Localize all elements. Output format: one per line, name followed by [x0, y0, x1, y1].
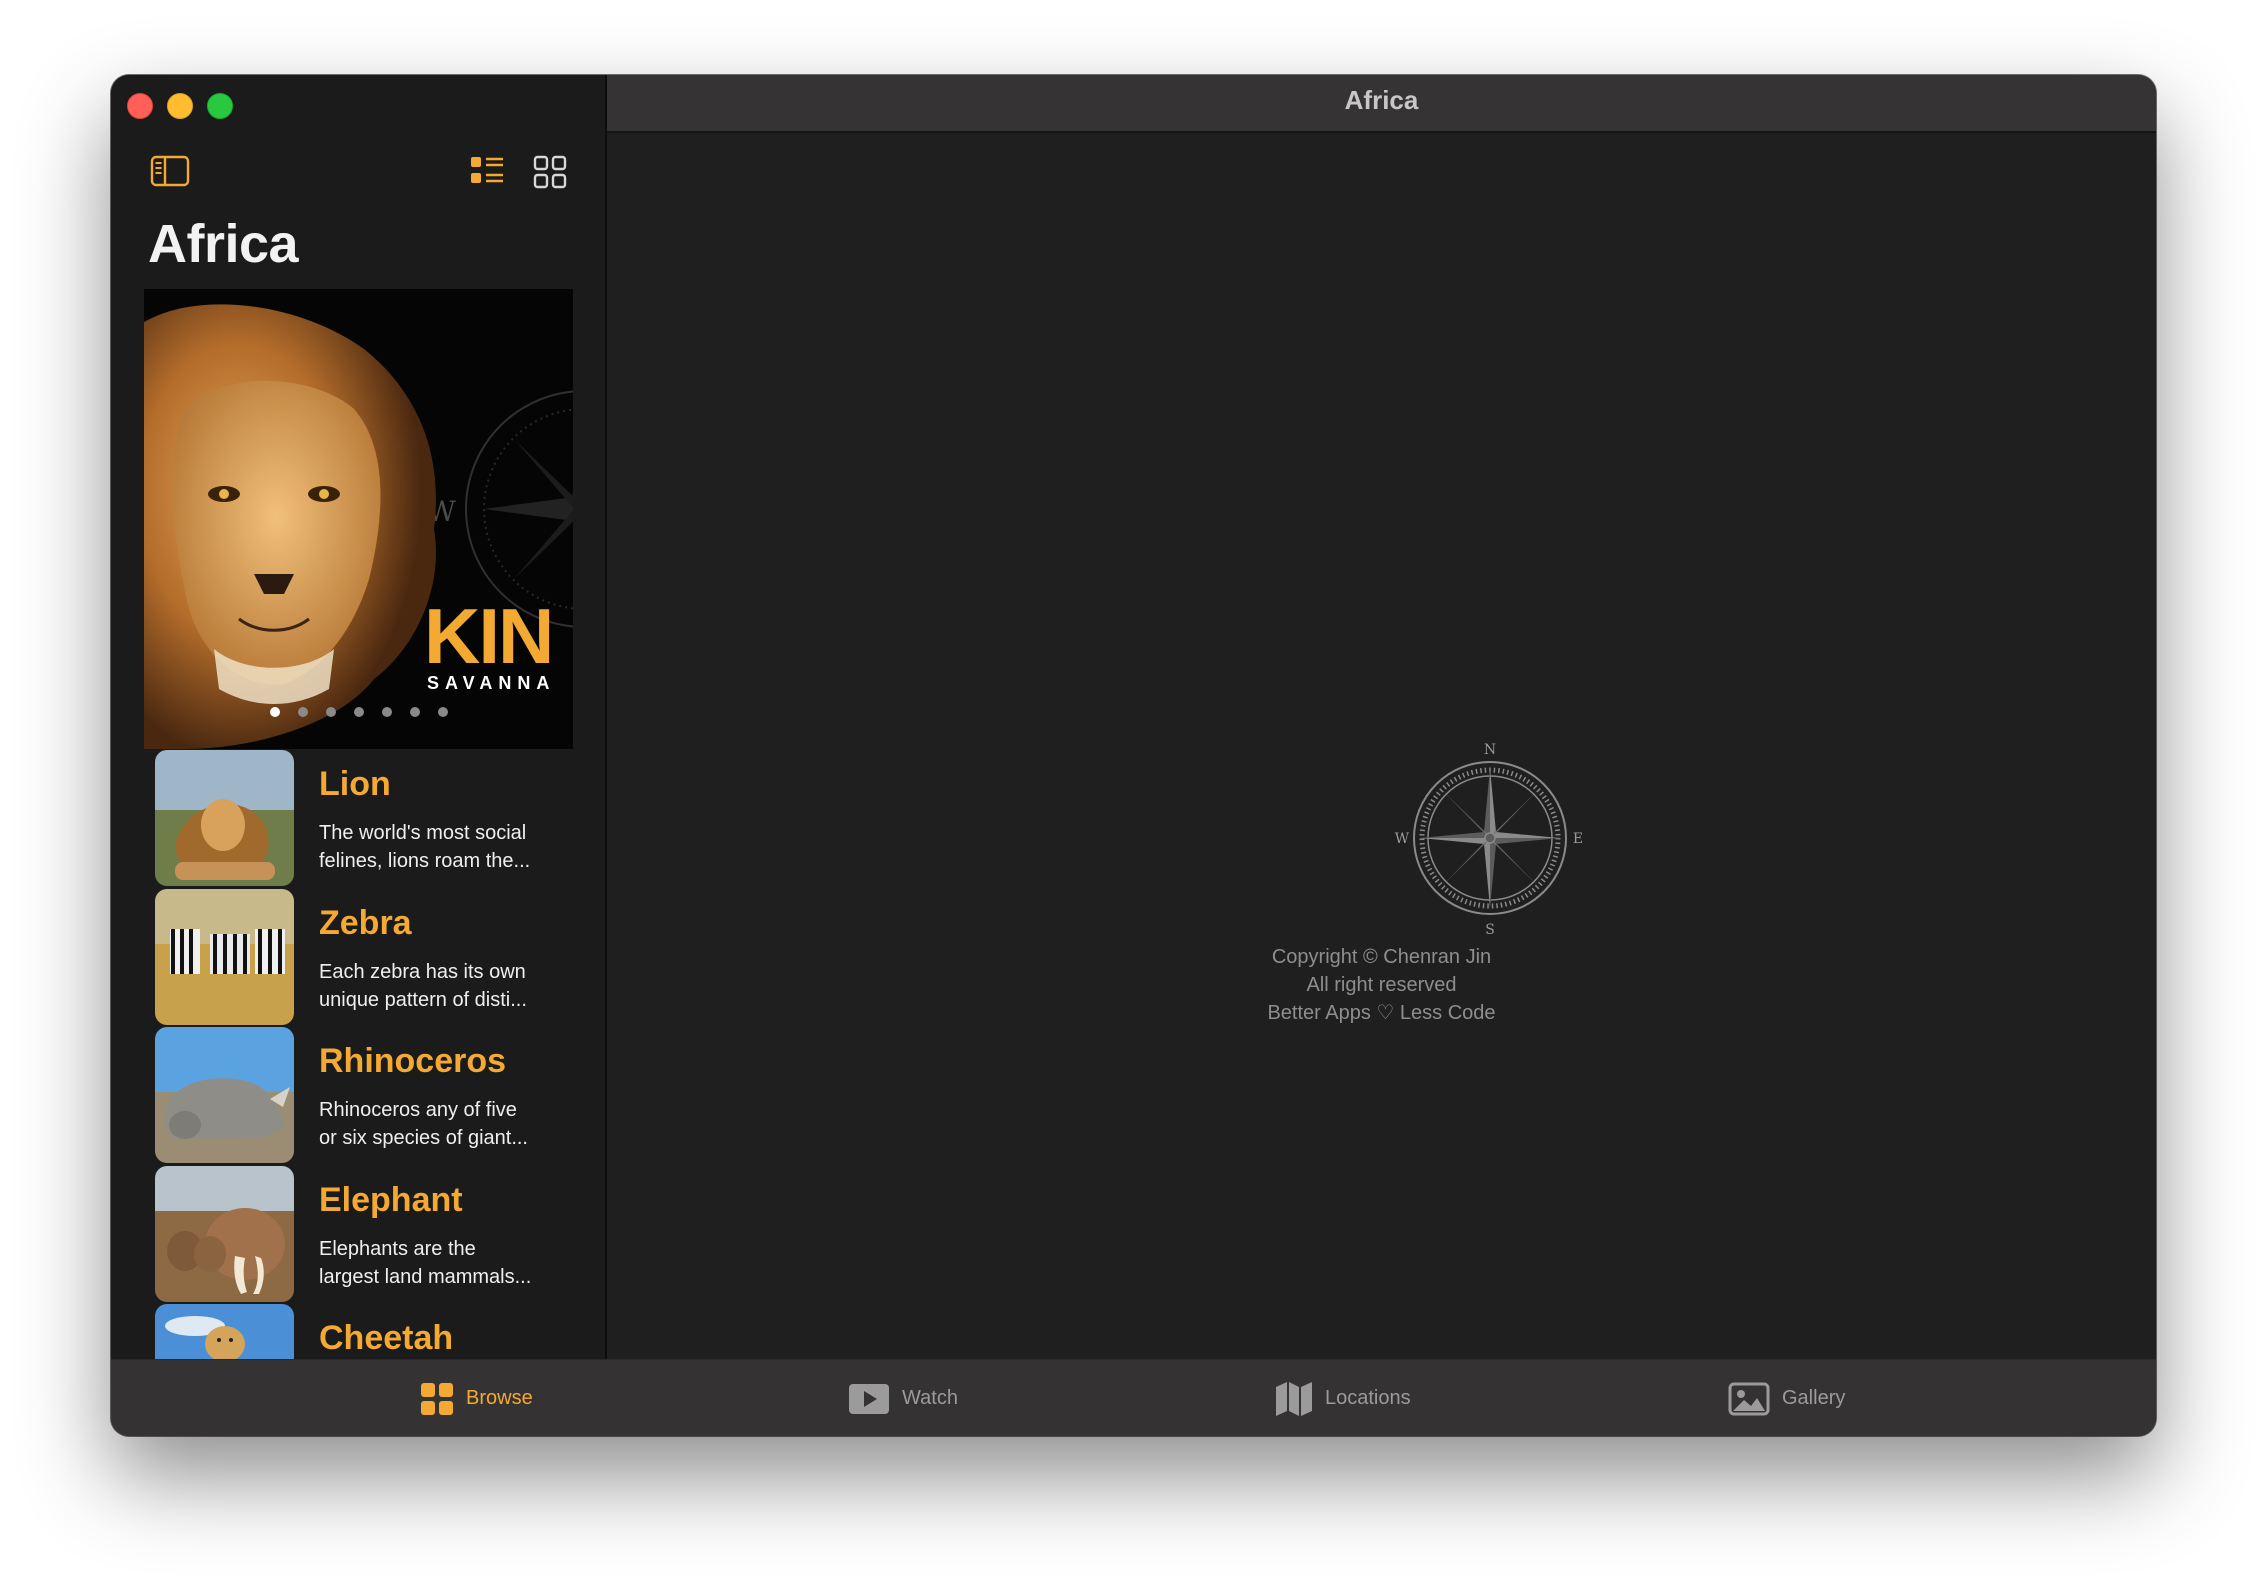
page-dot[interactable] [437, 707, 448, 717]
hero-subtitle: SAVANNA [427, 673, 556, 693]
grid-view-button[interactable] [533, 155, 567, 189]
list-view-button[interactable] [469, 153, 505, 189]
rhinoceros-thumbnail [155, 1027, 294, 1163]
play-rectangle-icon [849, 1383, 889, 1414]
animal-name: Cheetah [319, 1319, 454, 1357]
detail-view: N S E W Copyright © Chenran Jin All righ… [607, 133, 2156, 1359]
animal-name: Zebra [319, 903, 412, 942]
copyright-text: Copyright © Chenran Jin [1271, 946, 1492, 968]
toggle-sidebar-button[interactable] [150, 155, 190, 187]
list-item[interactable]: Cheetah [155, 1303, 595, 1359]
list-item[interactable]: Lion The world's most social felines, li… [155, 749, 595, 888]
hero-title: KIN [424, 592, 554, 680]
page-title: Africa [148, 214, 299, 274]
minimize-window-button[interactable] [167, 93, 193, 119]
page-indicator[interactable] [144, 707, 573, 717]
animal-list: Lion The world's most social felines, li… [155, 749, 595, 1359]
list-item[interactable]: Elephant Elephants are the largest land … [155, 1165, 595, 1304]
tab-locations[interactable]: Locations [1275, 1360, 1411, 1436]
close-window-button[interactable] [127, 93, 153, 119]
compass-icon: N S E W [1395, 742, 1583, 938]
tab-bar: Browse Watch Locations Gallery [111, 1359, 2156, 1436]
list-bullet-icon [471, 157, 503, 183]
animal-description: Elephants are the largest land mammals..… [319, 1237, 532, 1288]
featured-carousel[interactable]: W KIN SAVANNA [144, 289, 573, 749]
zoom-window-button[interactable] [207, 93, 233, 119]
animal-name: Lion [319, 765, 391, 803]
page-dot[interactable] [353, 707, 364, 717]
tab-label: Watch [902, 1387, 958, 1409]
page-dot[interactable] [325, 707, 336, 717]
svg-text:E: E [1573, 831, 1583, 847]
page-dot[interactable] [409, 707, 420, 717]
square-grid-icon [421, 1382, 453, 1415]
sidebar: Africa W KIN SAVANNA Lion The world's mo… [111, 75, 605, 1359]
tab-gallery[interactable]: Gallery [1728, 1360, 1845, 1436]
page-dot[interactable] [269, 707, 280, 717]
lion-thumbnail [155, 750, 294, 886]
page-dot[interactable] [297, 707, 308, 717]
title-bar: Africa [607, 75, 2156, 133]
list-item[interactable]: Rhinoceros Rhinoceros any of five or six… [155, 1026, 595, 1165]
animal-description: The world's most social felines, lions r… [319, 822, 531, 872]
rights-text: All right reserved [1306, 974, 1457, 996]
app-window: Africa W KIN SAVANNA Lion The world's mo… [111, 75, 2156, 1436]
credits: Copyright © Chenran Jin All right reserv… [607, 943, 2156, 1027]
window-title: Africa [1344, 85, 1419, 115]
page-dot[interactable] [381, 707, 392, 717]
map-icon [1276, 1381, 1312, 1416]
sidebar-left-icon [150, 155, 190, 187]
zebra-thumbnail [155, 888, 294, 1025]
tab-browse[interactable]: Browse [420, 1360, 533, 1436]
tagline-text: Better Apps ♡ Less Code [1267, 1002, 1496, 1024]
svg-text:W: W [1395, 831, 1410, 847]
elephant-thumbnail [155, 1165, 294, 1302]
tab-label: Locations [1325, 1387, 1411, 1409]
tab-label: Browse [466, 1387, 533, 1409]
list-item[interactable]: Zebra Each zebra has its own unique patt… [155, 888, 595, 1027]
photo-icon [1728, 1382, 1770, 1415]
svg-text:S: S [1485, 922, 1495, 938]
tab-label: Gallery [1782, 1387, 1846, 1409]
animal-description: Each zebra has its own unique pattern of… [319, 960, 527, 1011]
animal-name: Rhinoceros [319, 1042, 507, 1080]
svg-text:N: N [1484, 742, 1496, 758]
tab-watch[interactable]: Watch [848, 1360, 958, 1436]
animal-description: Rhinoceros any of five or six species of… [319, 1099, 528, 1149]
cheetah-thumbnail [155, 1304, 294, 1359]
square-grid-icon [533, 155, 567, 189]
animal-name: Elephant [319, 1180, 463, 1219]
